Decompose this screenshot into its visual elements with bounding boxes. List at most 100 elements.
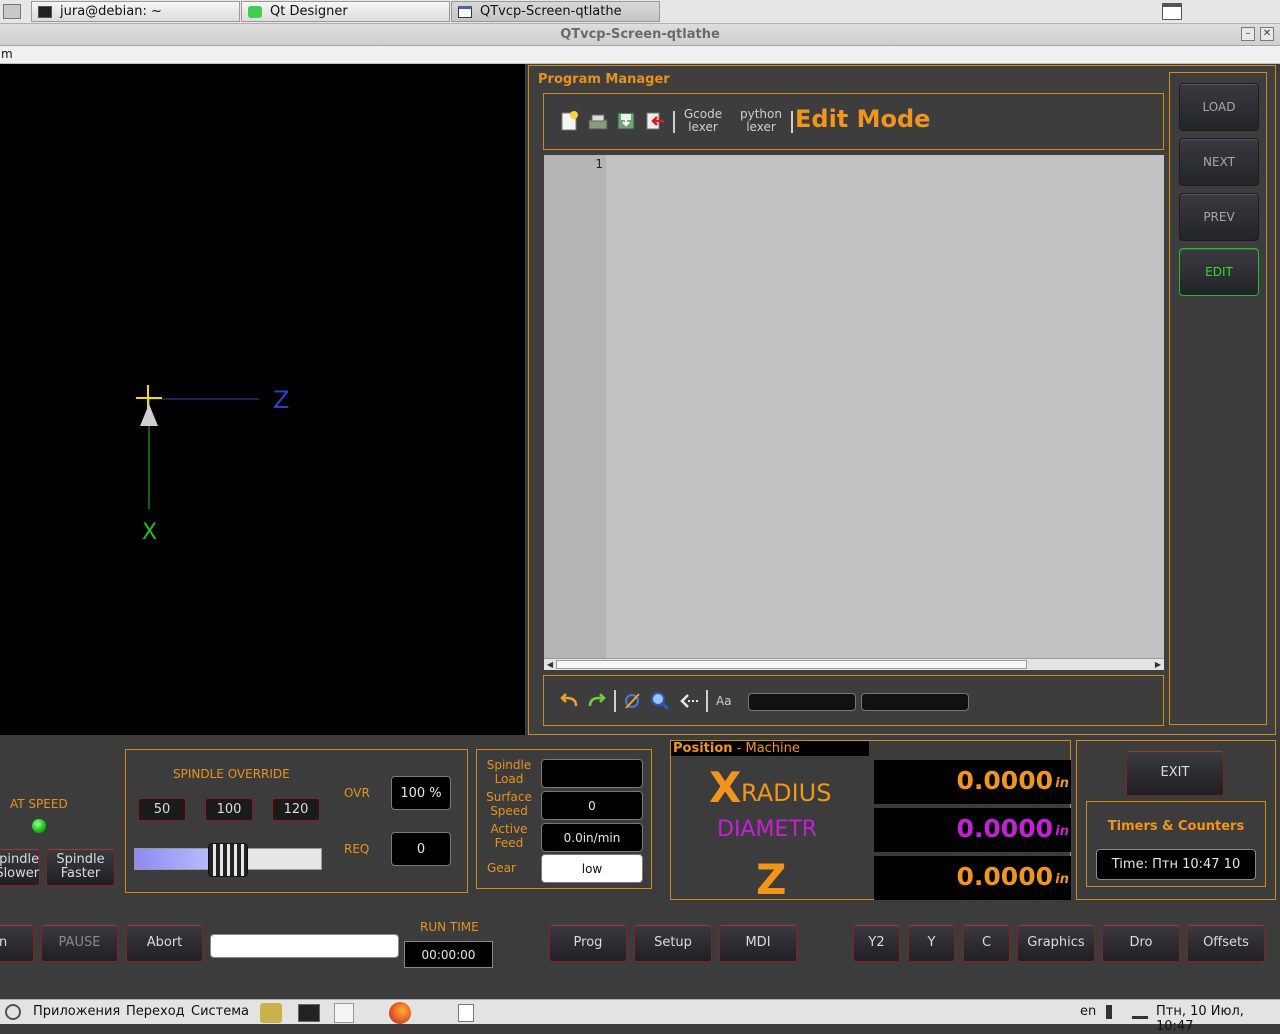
show-desktop-icon[interactable] bbox=[1162, 3, 1182, 20]
spindle-slower-label: Spindle Slower bbox=[0, 852, 40, 881]
open-file-icon[interactable] bbox=[587, 110, 609, 132]
spindle-faster-button[interactable]: Spindle Faster bbox=[46, 848, 115, 886]
search-icon[interactable] bbox=[649, 691, 671, 711]
toolbar-separator bbox=[706, 690, 708, 712]
terminal-launcher-icon[interactable] bbox=[298, 1004, 320, 1022]
next-button[interactable]: NEXT bbox=[1179, 138, 1259, 186]
gcode-editor[interactable]: 1 ◀ ▶ bbox=[544, 155, 1164, 670]
time-display: Time: Птн 10:47 10 bbox=[1096, 849, 1256, 880]
tab-dro[interactable]: Dro bbox=[1102, 924, 1180, 962]
bottom-taskbar: Приложения Переход Система en Птн, 10 Ию… bbox=[0, 999, 1280, 1034]
new-file-icon[interactable] bbox=[558, 110, 580, 132]
task-qtvcp[interactable]: QTvcp-Screen-qtlathe bbox=[451, 1, 660, 22]
scrollbar-thumb[interactable] bbox=[556, 660, 1027, 669]
axes-graphic bbox=[136, 385, 259, 509]
task-terminal[interactable]: jura@debian: ~ bbox=[31, 1, 240, 22]
menu-icon[interactable] bbox=[3, 4, 21, 19]
active-feed-label: Active Feed bbox=[490, 822, 528, 850]
top-taskbar: jura@debian: ~ Qt Designer QTvcp-Screen-… bbox=[0, 0, 1280, 24]
volume-icon[interactable] bbox=[1106, 1005, 1122, 1019]
replace-input[interactable] bbox=[861, 693, 969, 711]
spindle-slower-button[interactable]: Spindle Slower bbox=[0, 848, 40, 886]
menu-fragment[interactable]: m bbox=[1, 47, 13, 61]
diameter-label: DIAMETR bbox=[717, 817, 818, 842]
tab-y[interactable]: Y bbox=[908, 924, 955, 962]
previous-icon[interactable] bbox=[678, 691, 700, 711]
run-button-label: n bbox=[0, 935, 8, 950]
tool-icon bbox=[140, 404, 158, 426]
x-radius-unit: in bbox=[1055, 776, 1069, 791]
exit-button[interactable]: EXIT bbox=[1126, 750, 1224, 796]
file-nav-panel: LOAD NEXT PREV EDIT bbox=[1169, 72, 1267, 725]
gear-label: Gear bbox=[487, 861, 516, 875]
x-diameter-value: 0.0000 bbox=[956, 814, 1053, 843]
linuxcnc-icon[interactable] bbox=[260, 1003, 282, 1023]
edit-mode-label: Edit Mode bbox=[795, 105, 931, 133]
spindle-load-value bbox=[541, 759, 643, 788]
spindle-override-panel: SPINDLE OVERRIDE 50 100 120 OVR 100 % RE… bbox=[125, 749, 468, 893]
clock[interactable]: Птн, 10 Июл, 10:47 bbox=[1156, 1004, 1280, 1034]
toolbar-separator bbox=[673, 111, 675, 133]
python-lexer-button[interactable]: python lexer bbox=[737, 108, 785, 134]
req-label: REQ bbox=[344, 842, 370, 856]
window-icon bbox=[458, 5, 472, 18]
spindle-override-slider[interactable] bbox=[134, 843, 322, 877]
match-case-toggle[interactable]: Aa bbox=[716, 694, 732, 708]
override-100-button[interactable]: 100 bbox=[205, 798, 253, 821]
ovr-label: OVR bbox=[344, 786, 370, 800]
axis-x-label: X bbox=[142, 520, 158, 545]
task-qt-designer-label: Qt Designer bbox=[270, 4, 348, 19]
radius-label: RADIUS bbox=[741, 779, 832, 807]
keyboard-layout[interactable]: en bbox=[1080, 1004, 1096, 1019]
edit-button[interactable]: EDIT bbox=[1179, 248, 1259, 296]
text-editor-icon[interactable] bbox=[334, 1003, 354, 1023]
exit-editor-icon[interactable] bbox=[644, 110, 666, 132]
tab-offsets[interactable]: Offsets bbox=[1187, 924, 1265, 962]
spindle-override-title: SPINDLE OVERRIDE bbox=[173, 767, 290, 781]
slider-handle[interactable] bbox=[208, 843, 248, 877]
graphics-view[interactable]: Z X bbox=[0, 64, 525, 735]
tab-c[interactable]: C bbox=[963, 924, 1010, 962]
x-diameter-unit: in bbox=[1055, 824, 1069, 839]
horizontal-scrollbar[interactable]: ◀ ▶ bbox=[544, 658, 1164, 670]
prev-button[interactable]: PREV bbox=[1179, 193, 1259, 241]
spindle-faster-label: Spindle Faster bbox=[56, 852, 105, 881]
position-title: Position bbox=[673, 741, 733, 756]
minimize-icon[interactable]: – bbox=[1241, 27, 1255, 41]
scroll-right-icon[interactable]: ▶ bbox=[1152, 659, 1164, 670]
debian-icon[interactable] bbox=[5, 1004, 21, 1020]
z-readout: 0.0000 in bbox=[874, 856, 1071, 900]
x-axis-letter: X bbox=[709, 763, 742, 812]
save-file-icon[interactable] bbox=[615, 110, 637, 132]
run-button[interactable]: n bbox=[0, 924, 34, 962]
task-qt-designer[interactable]: Qt Designer bbox=[241, 1, 450, 22]
scroll-left-icon[interactable]: ◀ bbox=[544, 659, 556, 670]
position-header: Position - Machine bbox=[671, 741, 869, 756]
firefox-icon[interactable] bbox=[389, 1002, 411, 1024]
tab-graphics[interactable]: Graphics bbox=[1017, 924, 1095, 962]
z-unit: in bbox=[1055, 872, 1069, 887]
run-time-label: RUN TIME bbox=[420, 920, 479, 934]
places-menu[interactable]: Переход bbox=[126, 1004, 185, 1019]
applications-menu[interactable]: Приложения bbox=[33, 1004, 120, 1019]
pause-button[interactable]: PAUSE bbox=[41, 924, 118, 962]
tab-prog[interactable]: Prog bbox=[549, 924, 627, 962]
network-icon[interactable] bbox=[1132, 1005, 1148, 1019]
override-50-button[interactable]: 50 bbox=[138, 798, 186, 821]
tab-y2[interactable]: Y2 bbox=[853, 924, 900, 962]
gcode-lexer-button[interactable]: Gcode lexer bbox=[681, 108, 725, 134]
redo-icon[interactable] bbox=[586, 691, 608, 711]
system-menu[interactable]: Система bbox=[191, 1004, 249, 1019]
abort-button[interactable]: Abort bbox=[126, 924, 203, 962]
tab-setup[interactable]: Setup bbox=[634, 924, 712, 962]
find-input[interactable] bbox=[748, 693, 856, 711]
trash-icon[interactable] bbox=[458, 1004, 474, 1022]
close-icon[interactable]: ✕ bbox=[1260, 27, 1274, 41]
load-button[interactable]: LOAD bbox=[1179, 83, 1259, 131]
timers-counters: Timers & Counters Time: Птн 10:47 10 bbox=[1086, 801, 1266, 887]
tab-mdi[interactable]: MDI bbox=[719, 924, 797, 962]
position-dro: Position - Machine X RADIUS DIAMETR Z 0.… bbox=[670, 740, 1071, 904]
find-replace-icon[interactable] bbox=[621, 691, 643, 711]
override-120-button[interactable]: 120 bbox=[272, 798, 320, 821]
undo-icon[interactable] bbox=[558, 691, 580, 711]
